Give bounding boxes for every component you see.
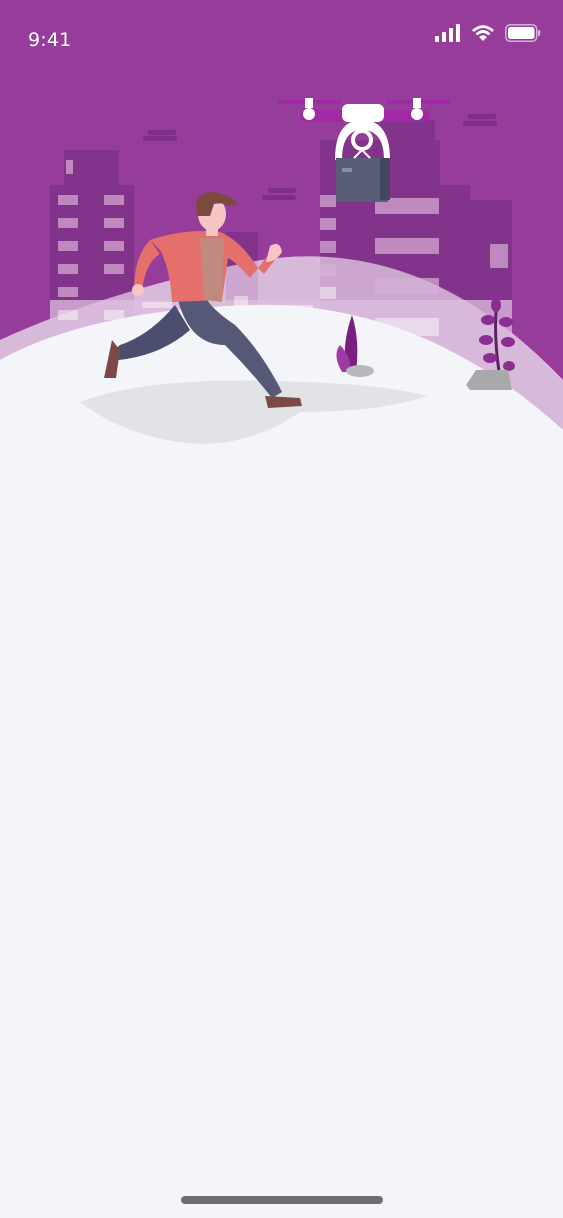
wifi-icon bbox=[471, 24, 495, 47]
status-time: 9:41 bbox=[28, 29, 72, 51]
app-screen: 9:41 bbox=[0, 0, 563, 1218]
battery-icon bbox=[505, 23, 541, 47]
status-bar: 9:41 bbox=[0, 0, 563, 80]
cellular-signal-icon bbox=[435, 23, 461, 47]
status-icons bbox=[435, 23, 541, 47]
home-indicator[interactable] bbox=[181, 1196, 383, 1204]
